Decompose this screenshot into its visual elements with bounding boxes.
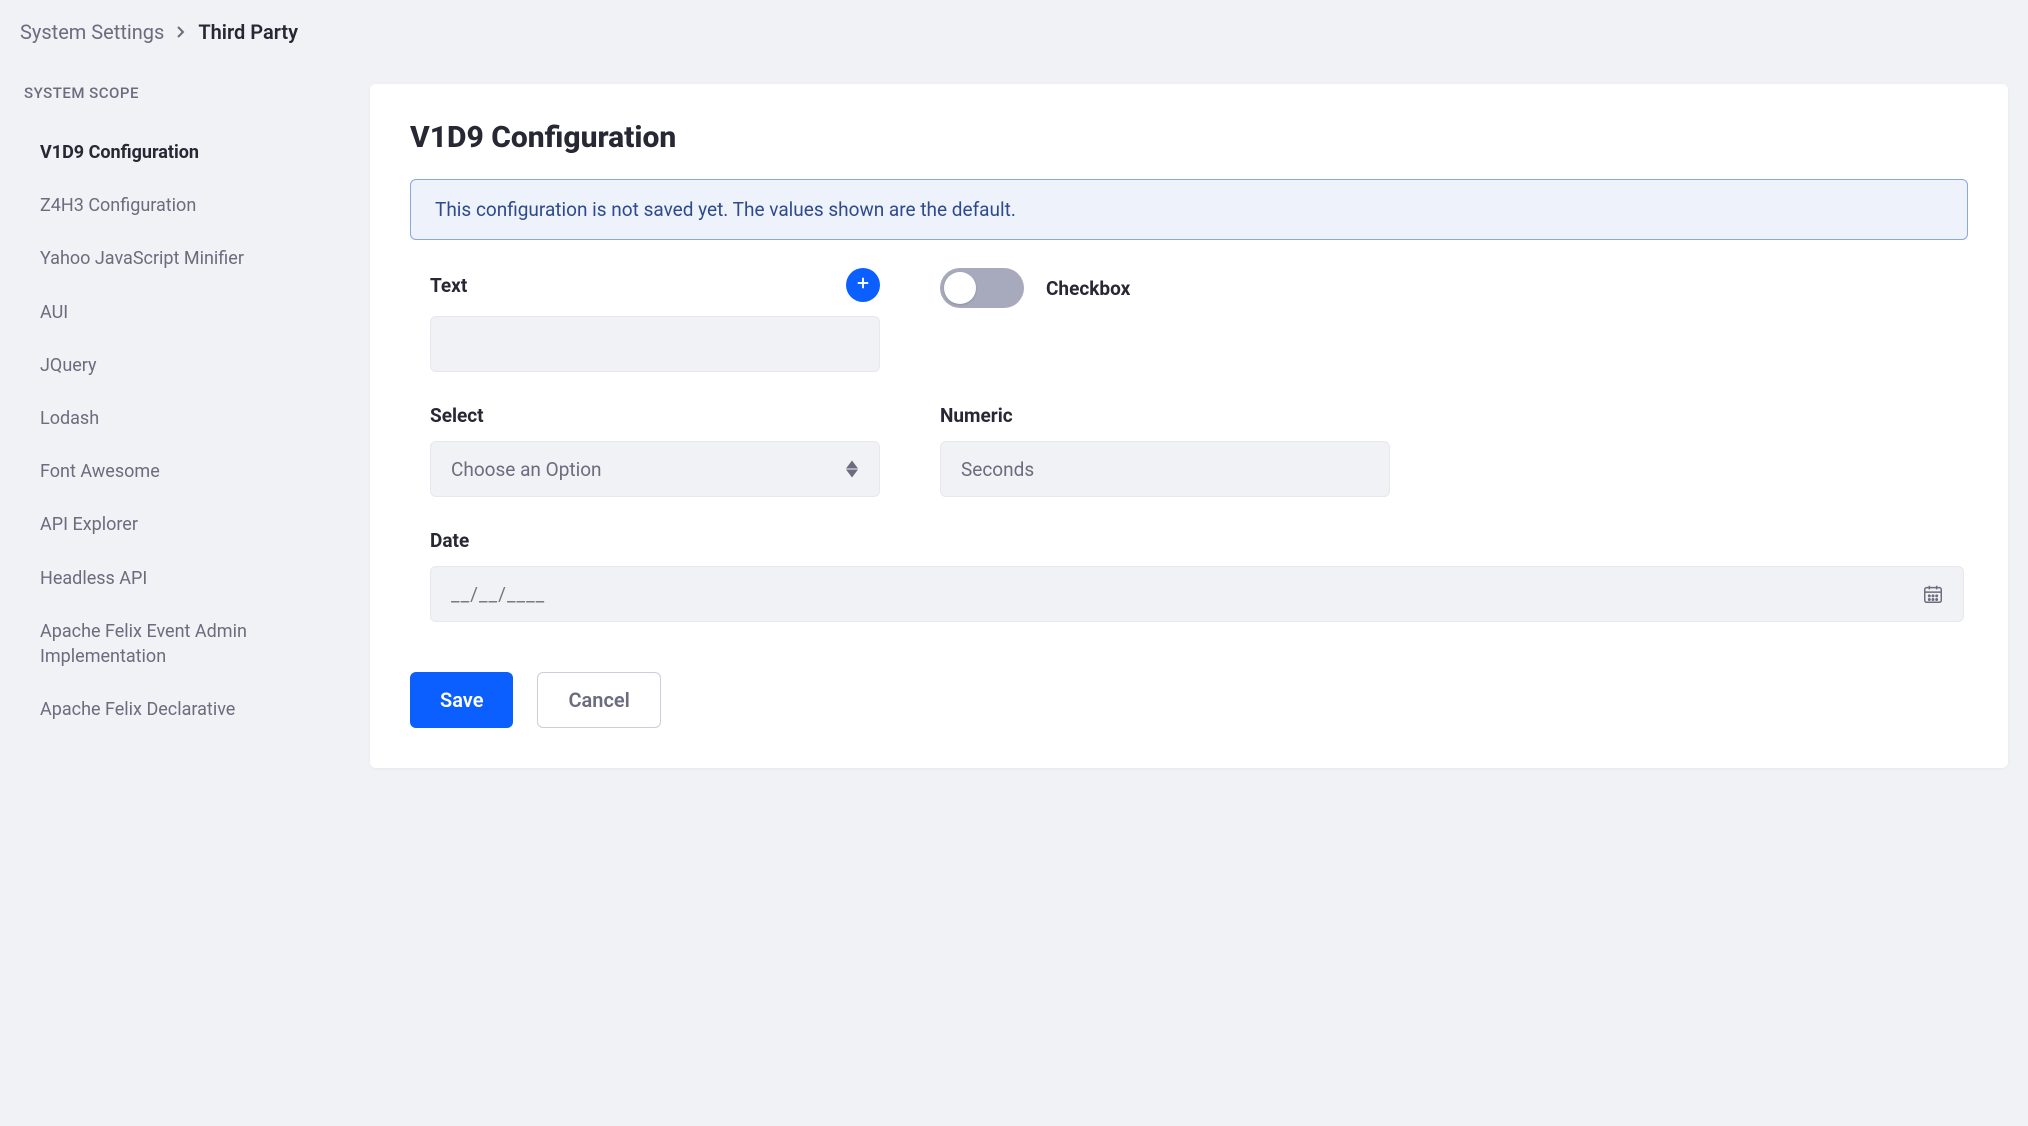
breadcrumb-current: Third Party (198, 20, 298, 44)
toggle-knob (944, 272, 976, 304)
main-panel: V1D9 Configuration This configuration is… (370, 84, 2008, 768)
text-field-label: Text (430, 274, 467, 297)
date-input[interactable] (430, 566, 1964, 622)
text-input[interactable] (430, 316, 880, 372)
checkbox-label: Checkbox (1046, 277, 1130, 300)
info-banner: This configuration is not saved yet. The… (410, 179, 1968, 240)
page-title: V1D9 Configuration (410, 120, 1968, 155)
numeric-input[interactable] (940, 441, 1390, 497)
sidebar-item-aui[interactable]: AUI (20, 286, 330, 339)
sidebar-item-yahoo-js-minifier[interactable]: Yahoo JavaScript Minifier (20, 232, 330, 285)
save-button[interactable]: Save (410, 672, 513, 728)
sidebar-item-z4h3[interactable]: Z4H3 Configuration (20, 179, 330, 232)
sidebar-item-jquery[interactable]: JQuery (20, 339, 330, 392)
calendar-icon[interactable] (1922, 583, 1944, 605)
sidebar-item-apache-felix-declarative[interactable]: Apache Felix Declarative (20, 683, 330, 736)
sidebar-item-lodash[interactable]: Lodash (20, 392, 330, 445)
sidebar-list: V1D9 Configuration Z4H3 Configuration Ya… (20, 126, 330, 736)
select-field-label: Select (430, 404, 880, 427)
sidebar: SYSTEM SCOPE V1D9 Configuration Z4H3 Con… (20, 84, 330, 768)
breadcrumb-parent[interactable]: System Settings (20, 20, 164, 44)
plus-icon (854, 274, 872, 296)
chevron-right-icon (176, 20, 186, 44)
checkbox-toggle[interactable] (940, 268, 1024, 308)
add-text-button[interactable] (846, 268, 880, 302)
sidebar-title: SYSTEM SCOPE (20, 84, 330, 102)
date-field-label: Date (430, 529, 1964, 552)
numeric-field-label: Numeric (940, 404, 1390, 427)
cancel-button[interactable]: Cancel (537, 672, 660, 728)
sidebar-item-headless-api[interactable]: Headless API (20, 552, 330, 605)
sidebar-item-api-explorer[interactable]: API Explorer (20, 498, 330, 551)
select-input[interactable]: Choose an Option (430, 441, 880, 497)
sidebar-item-v1d9[interactable]: V1D9 Configuration (20, 126, 330, 179)
sidebar-item-apache-felix-event-admin[interactable]: Apache Felix Event Admin Implementation (20, 605, 330, 683)
breadcrumb: System Settings Third Party (20, 20, 2008, 44)
sidebar-item-font-awesome[interactable]: Font Awesome (20, 445, 330, 498)
